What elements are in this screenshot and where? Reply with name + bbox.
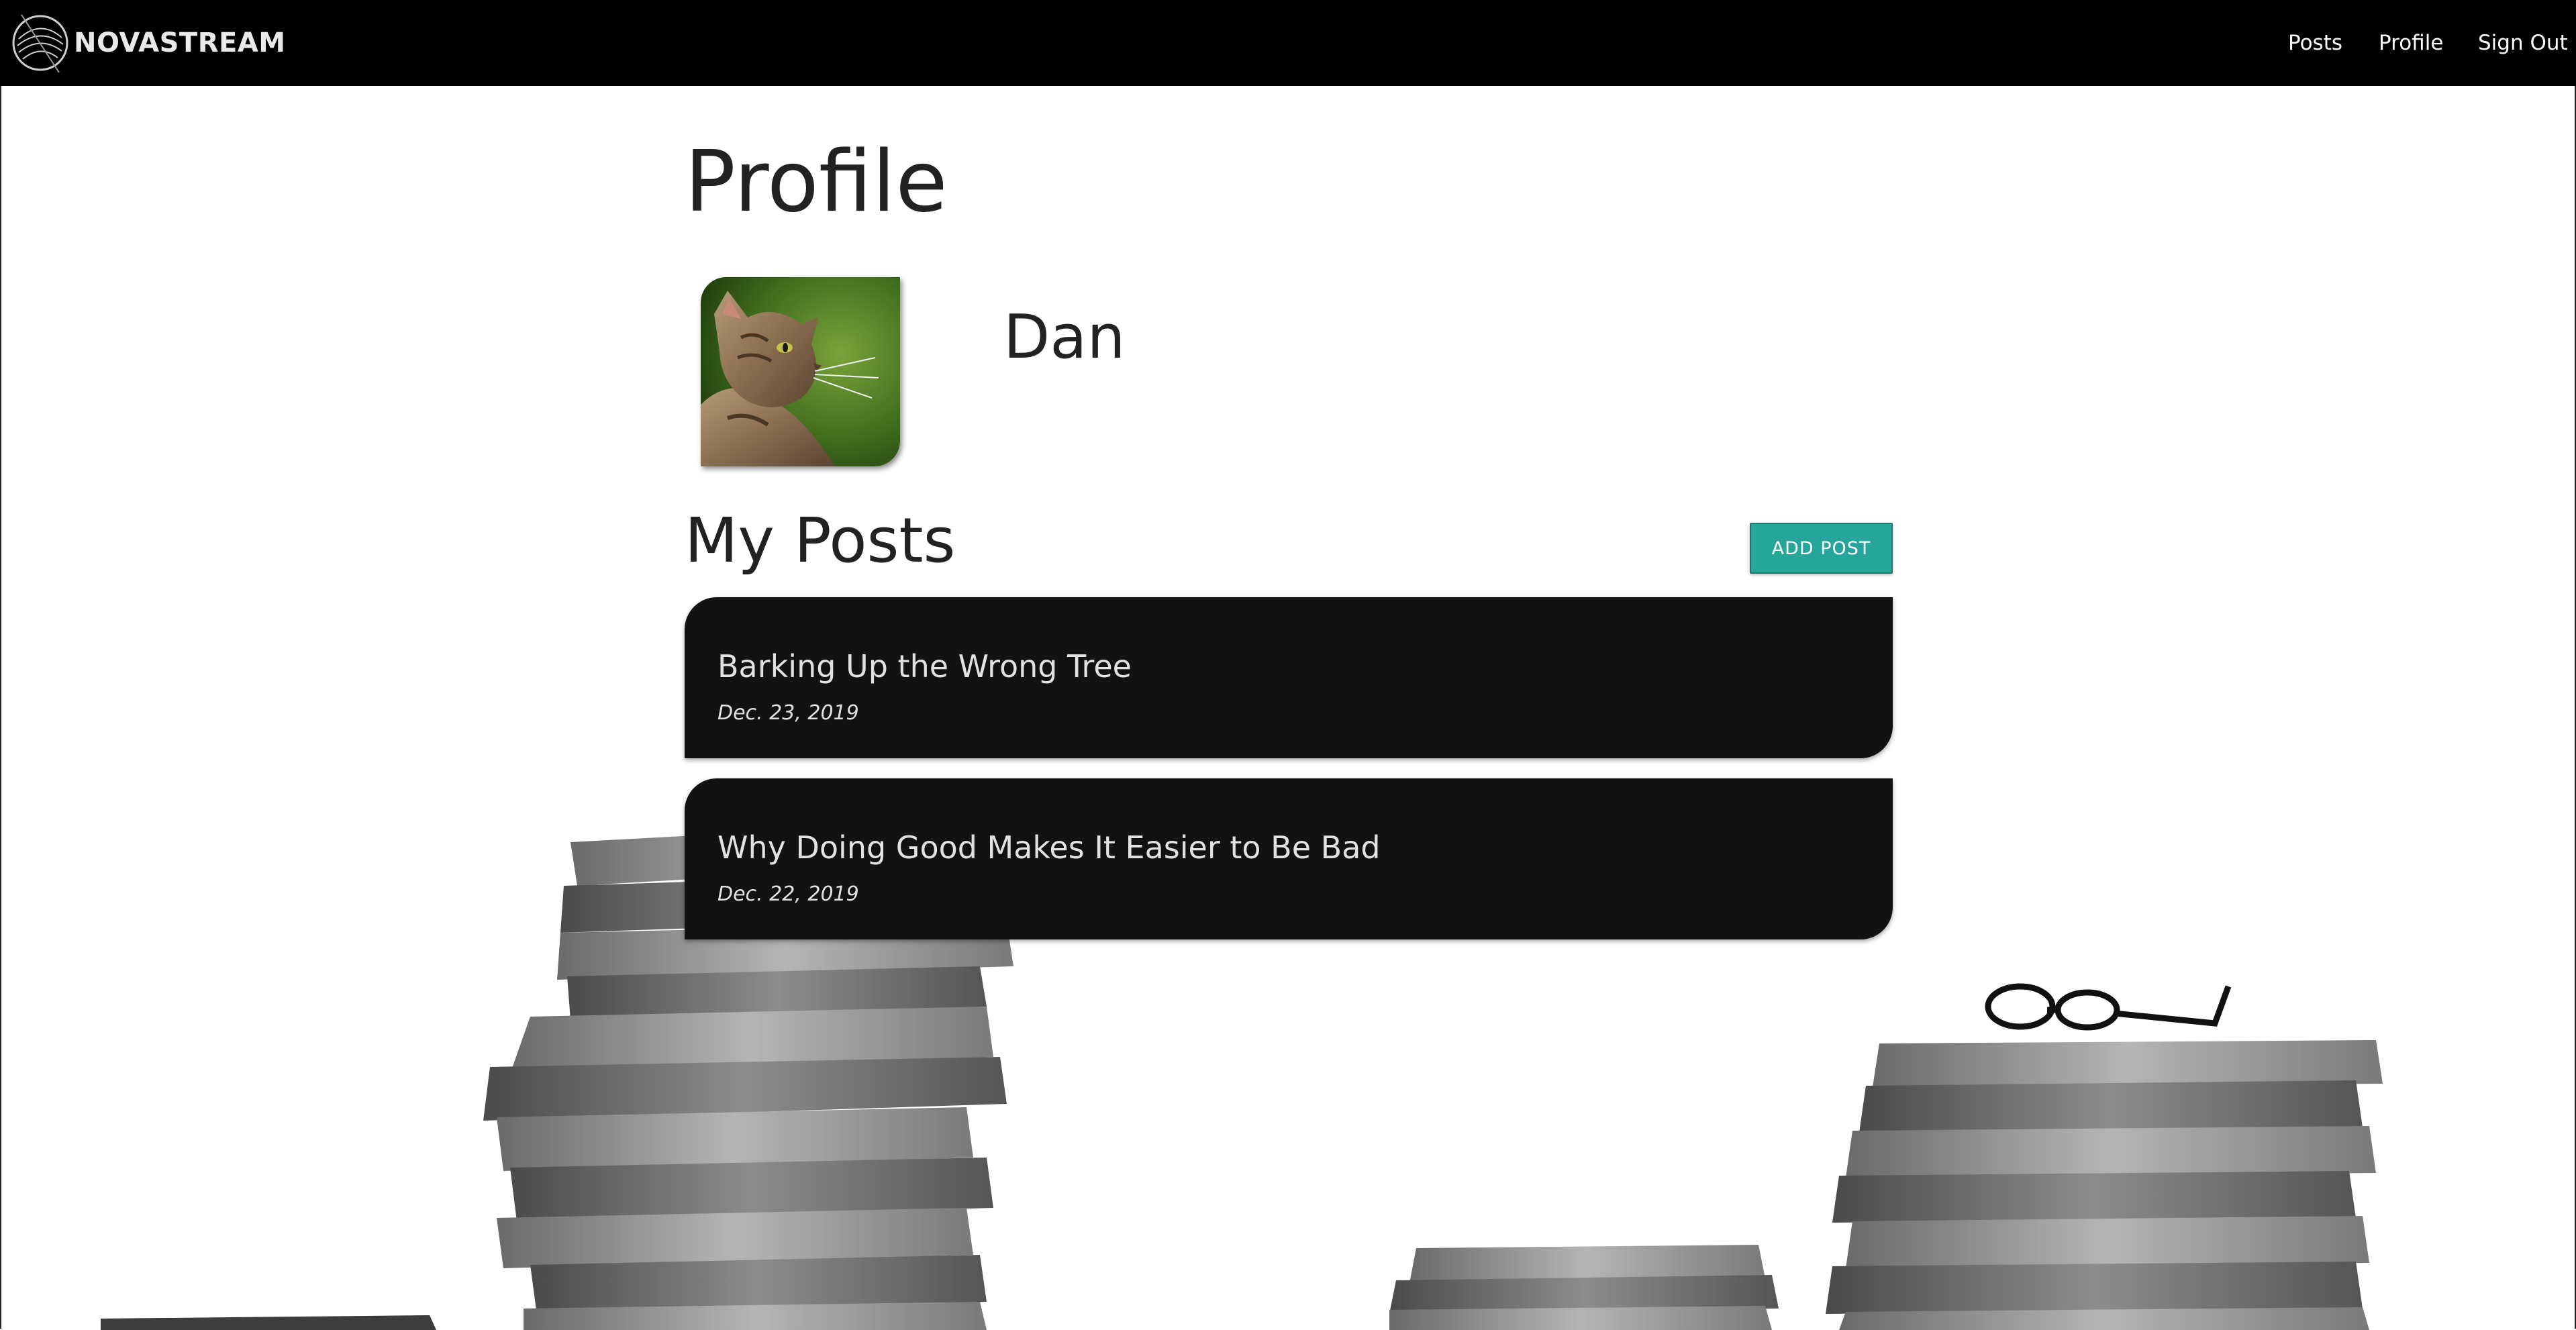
nav-link-profile[interactable]: Profile xyxy=(2379,30,2443,56)
my-posts-heading: My Posts xyxy=(685,505,956,576)
profile-username: Dan xyxy=(1003,302,1126,372)
nav-link-posts[interactable]: Posts xyxy=(2288,30,2342,56)
top-navbar: NOVASTREAM Posts Profile Sign Out xyxy=(0,0,2576,86)
add-post-button[interactable]: ADD POST xyxy=(1750,523,1893,574)
post-title[interactable]: Barking Up the Wrong Tree xyxy=(717,651,1132,682)
post-title[interactable]: Why Doing Good Makes It Easier to Be Bad xyxy=(717,832,1381,863)
brand-name: NOVASTREAM xyxy=(74,28,286,58)
page-title: Profile xyxy=(685,132,948,231)
post-card[interactable]: Barking Up the Wrong Tree Dec. 23, 2019 xyxy=(685,597,1893,758)
post-date: Dec. 23, 2019 xyxy=(717,701,859,725)
avatar xyxy=(701,277,900,466)
post-card[interactable]: Why Doing Good Makes It Easier to Be Bad… xyxy=(685,778,1893,939)
profile-avatar-cat-image xyxy=(701,277,900,466)
nav-link-sign-out[interactable]: Sign Out xyxy=(2478,30,2568,56)
post-date: Dec. 22, 2019 xyxy=(717,882,859,906)
brand-logo-icon xyxy=(12,14,68,73)
brand-link[interactable]: NOVASTREAM xyxy=(9,12,286,74)
